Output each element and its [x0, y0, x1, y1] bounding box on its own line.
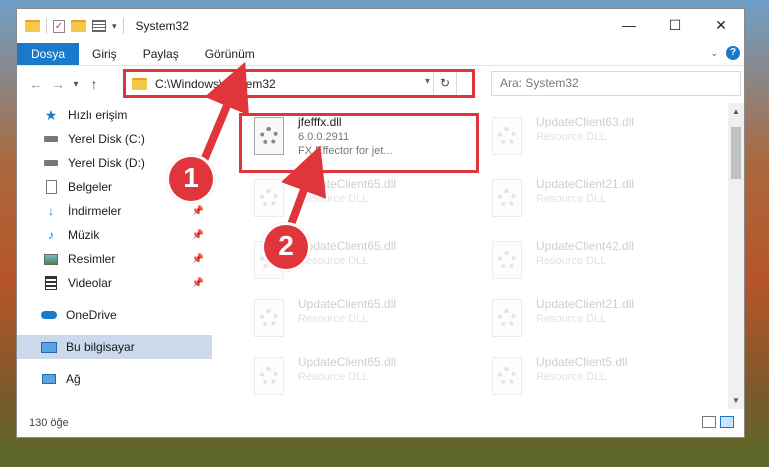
arrow-1 [196, 61, 249, 172]
step-1-badge: 1 [166, 154, 216, 204]
annotation-arrows [194, 61, 327, 241]
step-2-badge: 2 [261, 222, 311, 272]
